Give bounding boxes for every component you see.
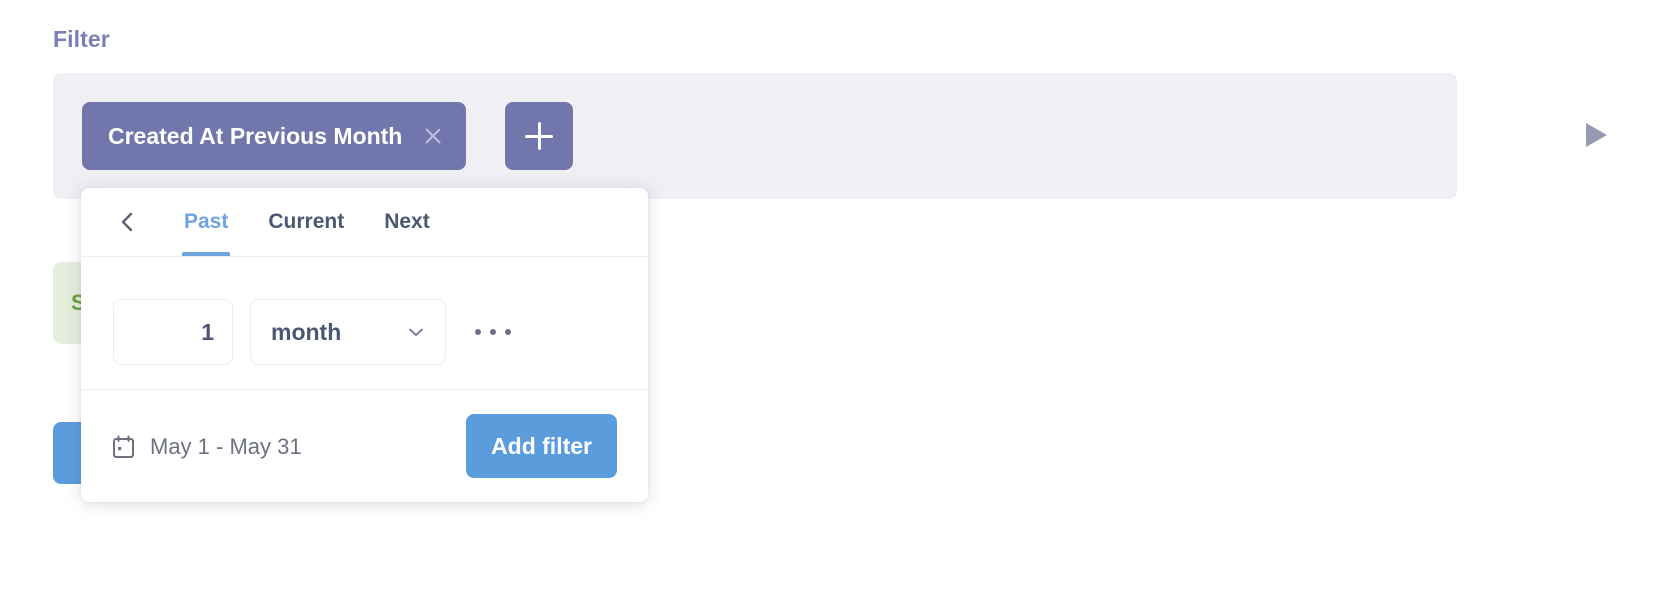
filter-chip-created-at[interactable]: Created At Previous Month: [82, 102, 467, 170]
tab-past-label: Past: [184, 210, 229, 233]
tab-next[interactable]: Next: [382, 188, 432, 256]
date-filter-popup: Past Current Next 1 month May 1 - May 31…: [81, 188, 648, 502]
popup-body: 1 month: [81, 257, 648, 390]
play-icon[interactable]: [1586, 123, 1607, 147]
chevron-left-icon[interactable]: [108, 203, 146, 241]
calendar-icon: [112, 435, 135, 459]
ellipsis-dot: [505, 329, 511, 335]
ellipsis-icon[interactable]: [475, 321, 511, 343]
ellipsis-dot: [475, 329, 481, 335]
add-filter-button[interactable]: Add filter: [466, 414, 617, 478]
tab-current-label: Current: [268, 210, 345, 233]
tab-next-label: Next: [384, 210, 430, 233]
tab-past[interactable]: Past: [182, 188, 231, 256]
chevron-down-icon: [405, 321, 427, 343]
page-title: Filter: [53, 26, 110, 52]
date-range-label: May 1 - May 31: [150, 433, 302, 459]
popup-footer: May 1 - May 31 Add filter: [81, 390, 648, 502]
interval-unit-label: month: [271, 318, 342, 345]
interval-value-input[interactable]: 1: [113, 299, 233, 365]
filter-bar: Created At Previous Month: [53, 73, 1457, 199]
close-icon[interactable]: [422, 125, 444, 147]
tab-current[interactable]: Current: [266, 188, 346, 256]
popup-tab-bar: Past Current Next: [81, 188, 648, 257]
add-filter-chip-button[interactable]: [505, 102, 573, 170]
filter-chip-label: Created At Previous Month: [108, 122, 403, 149]
interval-unit-select[interactable]: month: [250, 299, 446, 365]
ellipsis-dot: [490, 329, 496, 335]
